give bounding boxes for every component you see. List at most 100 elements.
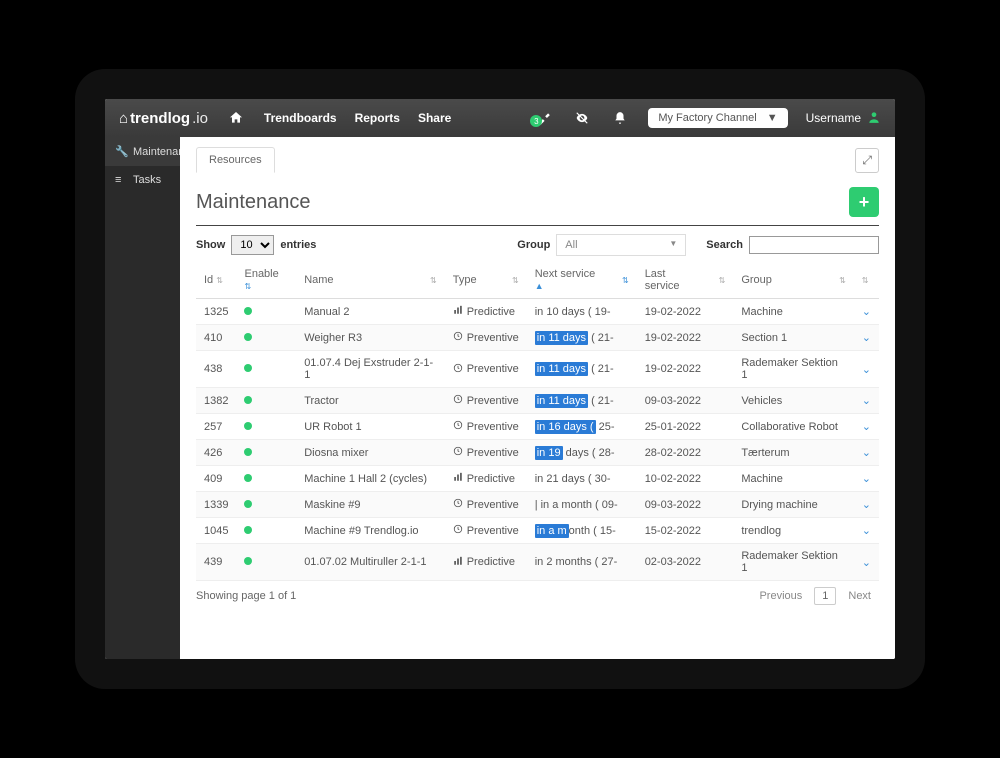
col-next[interactable]: Next service ▲ xyxy=(527,262,614,299)
tablet-frame: ⌂ trendlog.io Trendboards Reports Share … xyxy=(75,69,925,689)
cell-group: Machine xyxy=(733,299,853,325)
cell-enable xyxy=(236,351,296,388)
cell-last: 09-03-2022 xyxy=(637,388,734,414)
search-input[interactable] xyxy=(749,236,879,254)
sidebar-item-maintenance[interactable]: 🔧 Maintenance xyxy=(105,137,180,166)
cell-name: Diosna mixer xyxy=(296,440,445,466)
clock-icon xyxy=(453,420,463,433)
cell-name: 01.07.4 Dej Exstruder 2-1-1 xyxy=(296,351,445,388)
cell-type: Preventive xyxy=(445,351,527,388)
wrench-icon: 🔧 xyxy=(115,145,127,158)
clock-icon xyxy=(453,363,463,376)
table-row[interactable]: 1382TractorPreventivein 11 days ( 21-09-… xyxy=(196,388,879,414)
cell-type: Predictive xyxy=(445,544,527,581)
bar-chart-icon xyxy=(453,556,463,569)
bell-icon[interactable] xyxy=(610,111,630,125)
entries-select[interactable]: 10 xyxy=(231,235,274,255)
cell-id: 426 xyxy=(196,440,236,466)
group-dropdown[interactable]: All ▼ xyxy=(556,234,686,256)
cell-next: in 11 days ( 21- xyxy=(527,325,637,351)
cell-id: 1382 xyxy=(196,388,236,414)
page-number[interactable]: 1 xyxy=(814,587,836,605)
expand-row-button[interactable]: ⌄ xyxy=(854,466,879,492)
sidebar-item-tasks[interactable]: ≡ Tasks xyxy=(105,166,180,194)
col-enable[interactable]: Enable ⇅ xyxy=(236,262,296,299)
clock-icon xyxy=(453,524,463,537)
cell-next: in 10 days ( 19- xyxy=(527,299,637,325)
cell-last: 19-02-2022 xyxy=(637,325,734,351)
col-last[interactable]: Last service xyxy=(637,262,711,299)
cell-enable xyxy=(236,299,296,325)
table-row[interactable]: 1325Manual 2Predictivein 10 days ( 19-19… xyxy=(196,299,879,325)
table-row[interactable]: 426Diosna mixerPreventivein 19 days ( 28… xyxy=(196,440,879,466)
status-dot xyxy=(244,557,252,565)
show-prefix: Show xyxy=(196,239,225,251)
table-row[interactable]: 410 Weigher R3Preventivein 11 days ( 21-1… xyxy=(196,325,879,351)
cell-id: 1325 xyxy=(196,299,236,325)
brand-logo[interactable]: ⌂ trendlog.io xyxy=(119,110,208,127)
cell-name: Weigher R3 xyxy=(296,325,445,351)
expand-row-button[interactable]: ⌄ xyxy=(854,544,879,581)
cell-last: 02-03-2022 xyxy=(637,544,734,581)
prev-button[interactable]: Previous xyxy=(751,587,810,605)
cell-type: Preventive xyxy=(445,325,527,351)
group-value: All xyxy=(565,239,577,251)
table-row[interactable]: 409Machine 1 Hall 2 (cycles)Predictivein… xyxy=(196,466,879,492)
table-row[interactable]: 1045Machine #9 Trendlog.ioPreventivein a… xyxy=(196,518,879,544)
cell-name: Manual 2 xyxy=(296,299,445,325)
nav-trendboards[interactable]: Trendboards xyxy=(264,111,337,125)
cell-next: | in a month ( 09- xyxy=(527,492,637,518)
channel-dropdown[interactable]: My Factory Channel ▼ xyxy=(648,108,787,128)
expand-row-button[interactable]: ⌄ xyxy=(854,325,879,351)
resources-table: Id ⇅ Enable ⇅ Name ⇅ Type ⇅ Next service… xyxy=(196,262,879,581)
cell-type: Preventive xyxy=(445,518,527,544)
tab-resources[interactable]: Resources xyxy=(196,147,275,173)
wrench-icon[interactable]: 3 xyxy=(534,111,554,125)
logo-glyph: ⌂ xyxy=(119,110,128,127)
cell-last: 25-01-2022 xyxy=(637,414,734,440)
cell-name: Machine 1 Hall 2 (cycles) xyxy=(296,466,445,492)
expand-row-button[interactable]: ⌄ xyxy=(854,492,879,518)
table-row[interactable]: 43801.07.4 Dej Exstruder 2-1-1Preventive… xyxy=(196,351,879,388)
table-row[interactable]: 257UR Robot 1Preventivein 16 days ( 25-2… xyxy=(196,414,879,440)
expand-row-button[interactable]: ⌄ xyxy=(854,414,879,440)
status-dot xyxy=(244,422,252,430)
expand-row-button[interactable]: ⌄ xyxy=(854,440,879,466)
table-row[interactable]: 1339Maskine #9Preventive| in a month ( 0… xyxy=(196,492,879,518)
cell-id: 410 xyxy=(196,325,236,351)
cell-last: 15-02-2022 xyxy=(637,518,734,544)
expand-row-button[interactable]: ⌄ xyxy=(854,351,879,388)
cell-type: Predictive xyxy=(445,466,527,492)
sidebar: 🔧 Maintenance ≡ Tasks xyxy=(105,137,180,659)
cell-enable xyxy=(236,388,296,414)
expand-row-button[interactable]: ⌄ xyxy=(854,388,879,414)
cell-name: UR Robot 1 xyxy=(296,414,445,440)
next-button[interactable]: Next xyxy=(840,587,879,605)
cell-name: Machine #9 Trendlog.io xyxy=(296,518,445,544)
col-type[interactable]: Type xyxy=(445,262,504,299)
nav-share[interactable]: Share xyxy=(418,111,451,125)
bar-chart-icon xyxy=(453,305,463,318)
cell-name: 01.07.02 Multiruller 2-1-1 xyxy=(296,544,445,581)
cell-group: Rademaker Sektion 1 xyxy=(733,544,853,581)
brand-suffix: .io xyxy=(192,110,208,127)
eye-off-icon[interactable] xyxy=(572,111,592,125)
cell-type: Preventive xyxy=(445,414,527,440)
home-icon[interactable] xyxy=(226,110,246,126)
expand-row-button[interactable]: ⌄ xyxy=(854,518,879,544)
nav-reports[interactable]: Reports xyxy=(355,111,400,125)
col-id[interactable]: Id ⇅ xyxy=(196,262,236,299)
user-menu[interactable]: Username xyxy=(806,110,881,127)
expand-row-button[interactable]: ⌄ xyxy=(854,299,879,325)
app-screen: ⌂ trendlog.io Trendboards Reports Share … xyxy=(105,99,895,659)
cell-id: 409 xyxy=(196,466,236,492)
add-button[interactable]: + xyxy=(849,187,879,217)
cell-next: in 19 days ( 28- xyxy=(527,440,637,466)
col-name[interactable]: Name xyxy=(296,262,422,299)
cell-id: 257 xyxy=(196,414,236,440)
table-row[interactable]: 43901.07.02 Multiruller 2-1-1Predictivei… xyxy=(196,544,879,581)
cell-enable xyxy=(236,492,296,518)
col-group[interactable]: Group xyxy=(733,262,831,299)
fullscreen-button[interactable]: ⤢ xyxy=(855,148,879,173)
pagination-info: Showing page 1 of 1 xyxy=(196,590,296,602)
